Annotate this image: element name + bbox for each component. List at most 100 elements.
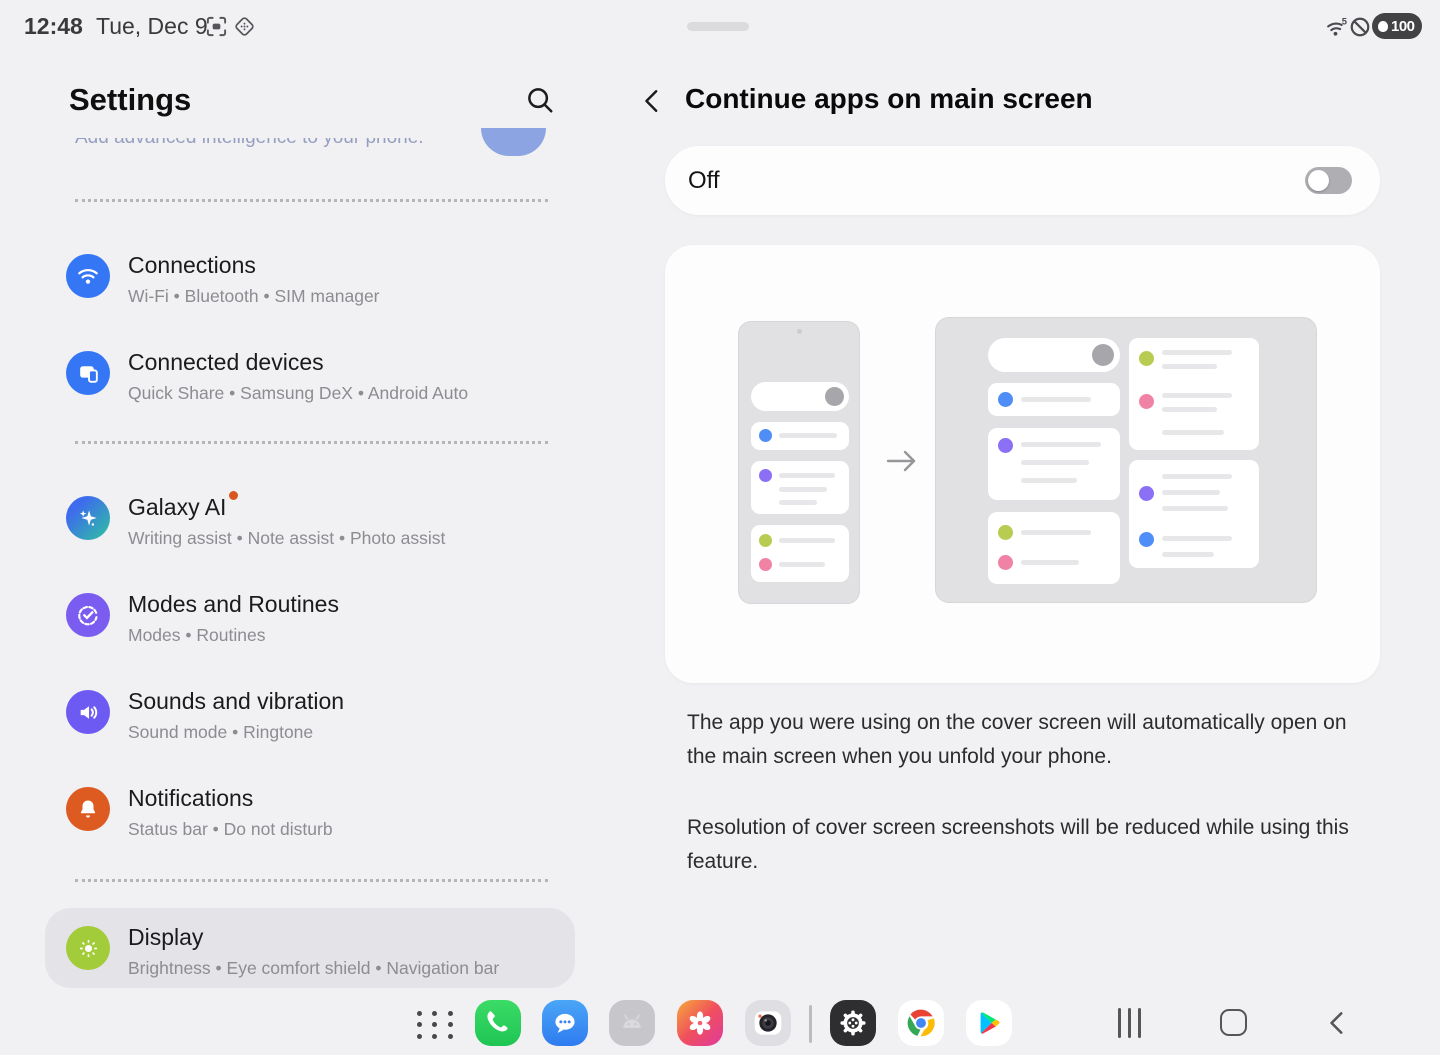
search-button[interactable] [525, 85, 559, 119]
settings-item-notifications[interactable]: Notifications Status bar • Do not distur… [66, 784, 333, 841]
mini-card [988, 512, 1120, 584]
settings-app-icon[interactable] [830, 1000, 876, 1046]
mini-dot [759, 558, 772, 571]
mini-dot [759, 469, 772, 482]
mini-line [1021, 442, 1101, 447]
description-paragraph-1: The app you were using on the cover scre… [687, 706, 1359, 774]
illustration-card [665, 245, 1380, 683]
master-toggle-card[interactable]: Off [665, 146, 1380, 215]
settings-item-modes-routines[interactable]: Modes and Routines Modes • Routines [66, 590, 339, 647]
display-row-content: Display Brightness • Eye comfort shield … [66, 923, 499, 980]
brightness-icon [66, 926, 110, 970]
foldable-settings-screen: { "status_bar": { "time": "12:48", "date… [0, 0, 1440, 1055]
package-icon [233, 15, 256, 43]
clock-check-icon [66, 593, 110, 637]
back-button[interactable] [641, 87, 671, 117]
sparkles-icon [66, 496, 110, 540]
item-subtitle: Writing assist • Note assist • Photo ass… [128, 526, 445, 550]
mini-line [1021, 478, 1077, 483]
illustration-cover-screen [738, 321, 860, 604]
mini-card [1129, 338, 1259, 450]
camera-app-icon[interactable] [745, 1000, 791, 1046]
item-label: Display [128, 923, 499, 952]
mini-dot [759, 534, 772, 547]
settings-item-sounds[interactable]: Sounds and vibration Sound mode • Ringto… [66, 687, 344, 744]
interruptions-blocked-icon [1349, 16, 1371, 43]
illustration-main-screen [935, 317, 1317, 603]
toggle-thumb [1308, 170, 1329, 191]
page-title: Settings [69, 82, 191, 118]
play-store-app-icon[interactable] [966, 1000, 1012, 1046]
mini-dot [998, 438, 1013, 453]
chrome-app-icon[interactable] [898, 1000, 944, 1046]
mini-card [751, 422, 849, 450]
speaker-icon [66, 690, 110, 734]
right-arrow-icon [884, 447, 920, 480]
phone-app-icon[interactable] [475, 1000, 521, 1046]
mini-search-pill [988, 338, 1120, 372]
screenshot-icon [205, 15, 228, 43]
mini-line [1162, 350, 1232, 355]
detail-title: Continue apps on main screen [685, 83, 1093, 115]
nav-recents-button[interactable] [1118, 1008, 1141, 1038]
settings-item-display[interactable]: Display Brightness • Eye comfort shield … [45, 908, 575, 988]
mini-line [779, 473, 835, 478]
settings-item-connections[interactable]: Connections Wi-Fi • Bluetooth • SIM mana… [66, 251, 380, 308]
wifi-icon [66, 254, 110, 298]
scrolled-banner-icon [481, 128, 546, 156]
item-label: Galaxy AI [128, 493, 445, 522]
mini-line [1162, 490, 1220, 495]
battery-indicator: 100 [1372, 13, 1422, 39]
mini-dot [1139, 486, 1154, 501]
item-subtitle: Brightness • Eye comfort shield • Naviga… [128, 956, 499, 980]
nav-back-button[interactable] [1325, 1008, 1351, 1043]
toggle-label: Off [688, 167, 720, 195]
search-icon [525, 85, 555, 115]
devices-icon [66, 351, 110, 395]
mini-dot [998, 525, 1013, 540]
mini-line [1021, 560, 1079, 565]
flex-panel-handle[interactable] [687, 22, 749, 31]
svg-text:5: 5 [1342, 16, 1347, 26]
toggle-switch[interactable] [1305, 167, 1352, 194]
messages-app-icon[interactable] [542, 1000, 588, 1046]
mini-dot [998, 555, 1013, 570]
item-label: Modes and Routines [128, 590, 339, 619]
mini-line [1162, 506, 1228, 511]
settings-item-connected-devices[interactable]: Connected devices Quick Share • Samsung … [66, 348, 468, 405]
mini-line [779, 562, 825, 567]
battery-percent: 100 [1391, 18, 1415, 35]
wifi-5-icon: 5 [1324, 15, 1349, 45]
back-chevron-icon [641, 87, 667, 115]
mini-line [779, 487, 827, 492]
status-date: Tue, Dec 9 [96, 13, 208, 40]
mini-line [1021, 397, 1091, 402]
divider [75, 199, 548, 202]
mini-search-pill [751, 382, 849, 411]
gallery-app-icon[interactable] [677, 1000, 723, 1046]
mini-line [1162, 430, 1224, 435]
mini-line [1162, 552, 1214, 557]
item-subtitle: Status bar • Do not disturb [128, 817, 333, 841]
mini-dot [759, 429, 772, 442]
mini-line [1162, 474, 1232, 479]
placeholder-app-icon[interactable] [609, 1000, 655, 1046]
nav-back-chevron-icon [1325, 1008, 1351, 1038]
nav-home-button[interactable] [1220, 1009, 1247, 1036]
item-label: Connected devices [128, 348, 468, 377]
divider [75, 879, 548, 882]
description-paragraph-2: Resolution of cover screen screenshots w… [687, 811, 1359, 879]
mini-line [1162, 364, 1217, 369]
mini-card [751, 525, 849, 582]
mini-line [1162, 536, 1232, 541]
mini-dot [998, 392, 1013, 407]
mini-card [1129, 460, 1259, 568]
mini-line [1021, 530, 1091, 535]
mini-line [779, 538, 835, 543]
battery-icon [1378, 21, 1388, 32]
mini-line [1162, 407, 1217, 412]
mini-camera-dot [797, 329, 802, 334]
settings-item-galaxy-ai[interactable]: Galaxy AI Writing assist • Note assist •… [66, 493, 445, 550]
mini-line [1162, 393, 1232, 398]
app-drawer-button[interactable] [412, 1008, 458, 1042]
